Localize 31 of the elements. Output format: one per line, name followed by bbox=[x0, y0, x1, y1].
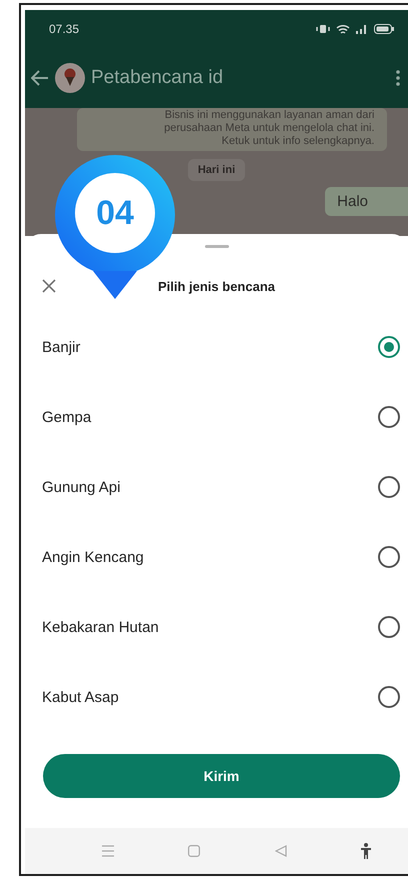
radio-button[interactable] bbox=[378, 546, 400, 568]
banner-text: perusahaan Meta untuk mengelola chat ini. bbox=[164, 122, 374, 135]
option-label[interactable]: Banjir bbox=[42, 338, 80, 356]
close-button[interactable] bbox=[41, 278, 57, 294]
back-arrow-icon[interactable] bbox=[31, 70, 49, 86]
option-label[interactable]: Kabut Asap bbox=[42, 688, 119, 706]
sheet-title: Pilih jenis bencana bbox=[156, 278, 276, 294]
message-bubble: Halo bbox=[325, 187, 408, 216]
submit-button[interactable]: Kirim bbox=[43, 754, 400, 798]
more-options-icon[interactable] bbox=[396, 70, 400, 86]
contact-avatar[interactable] bbox=[55, 63, 85, 93]
radio-button[interactable] bbox=[378, 336, 400, 358]
radio-button[interactable] bbox=[378, 406, 400, 428]
radio-button[interactable] bbox=[378, 476, 400, 498]
drag-handle[interactable] bbox=[204, 245, 228, 248]
option-label[interactable]: Angin Kencang bbox=[42, 548, 144, 566]
option-label[interactable]: Gempa bbox=[42, 408, 92, 426]
radio-button[interactable] bbox=[378, 616, 400, 638]
status-time: 07.35 bbox=[49, 22, 80, 36]
signal-icon bbox=[356, 24, 368, 34]
banner-text: Ketuk untuk info selengkapnya. bbox=[222, 135, 374, 148]
option-label[interactable]: Gunung Api bbox=[42, 478, 120, 496]
banner-text: Bisnis ini menggunakan layanan aman dari bbox=[164, 109, 374, 122]
battery-icon bbox=[374, 24, 394, 34]
vibrate-icon bbox=[316, 24, 330, 34]
chat-title: Petabencana id bbox=[91, 67, 224, 89]
option-label[interactable]: Kebakaran Hutan bbox=[42, 618, 159, 636]
wifi-icon bbox=[336, 24, 350, 34]
radio-button[interactable] bbox=[378, 686, 400, 708]
accessibility-icon[interactable] bbox=[360, 843, 371, 859]
date-chip: Hari ini bbox=[188, 159, 246, 181]
